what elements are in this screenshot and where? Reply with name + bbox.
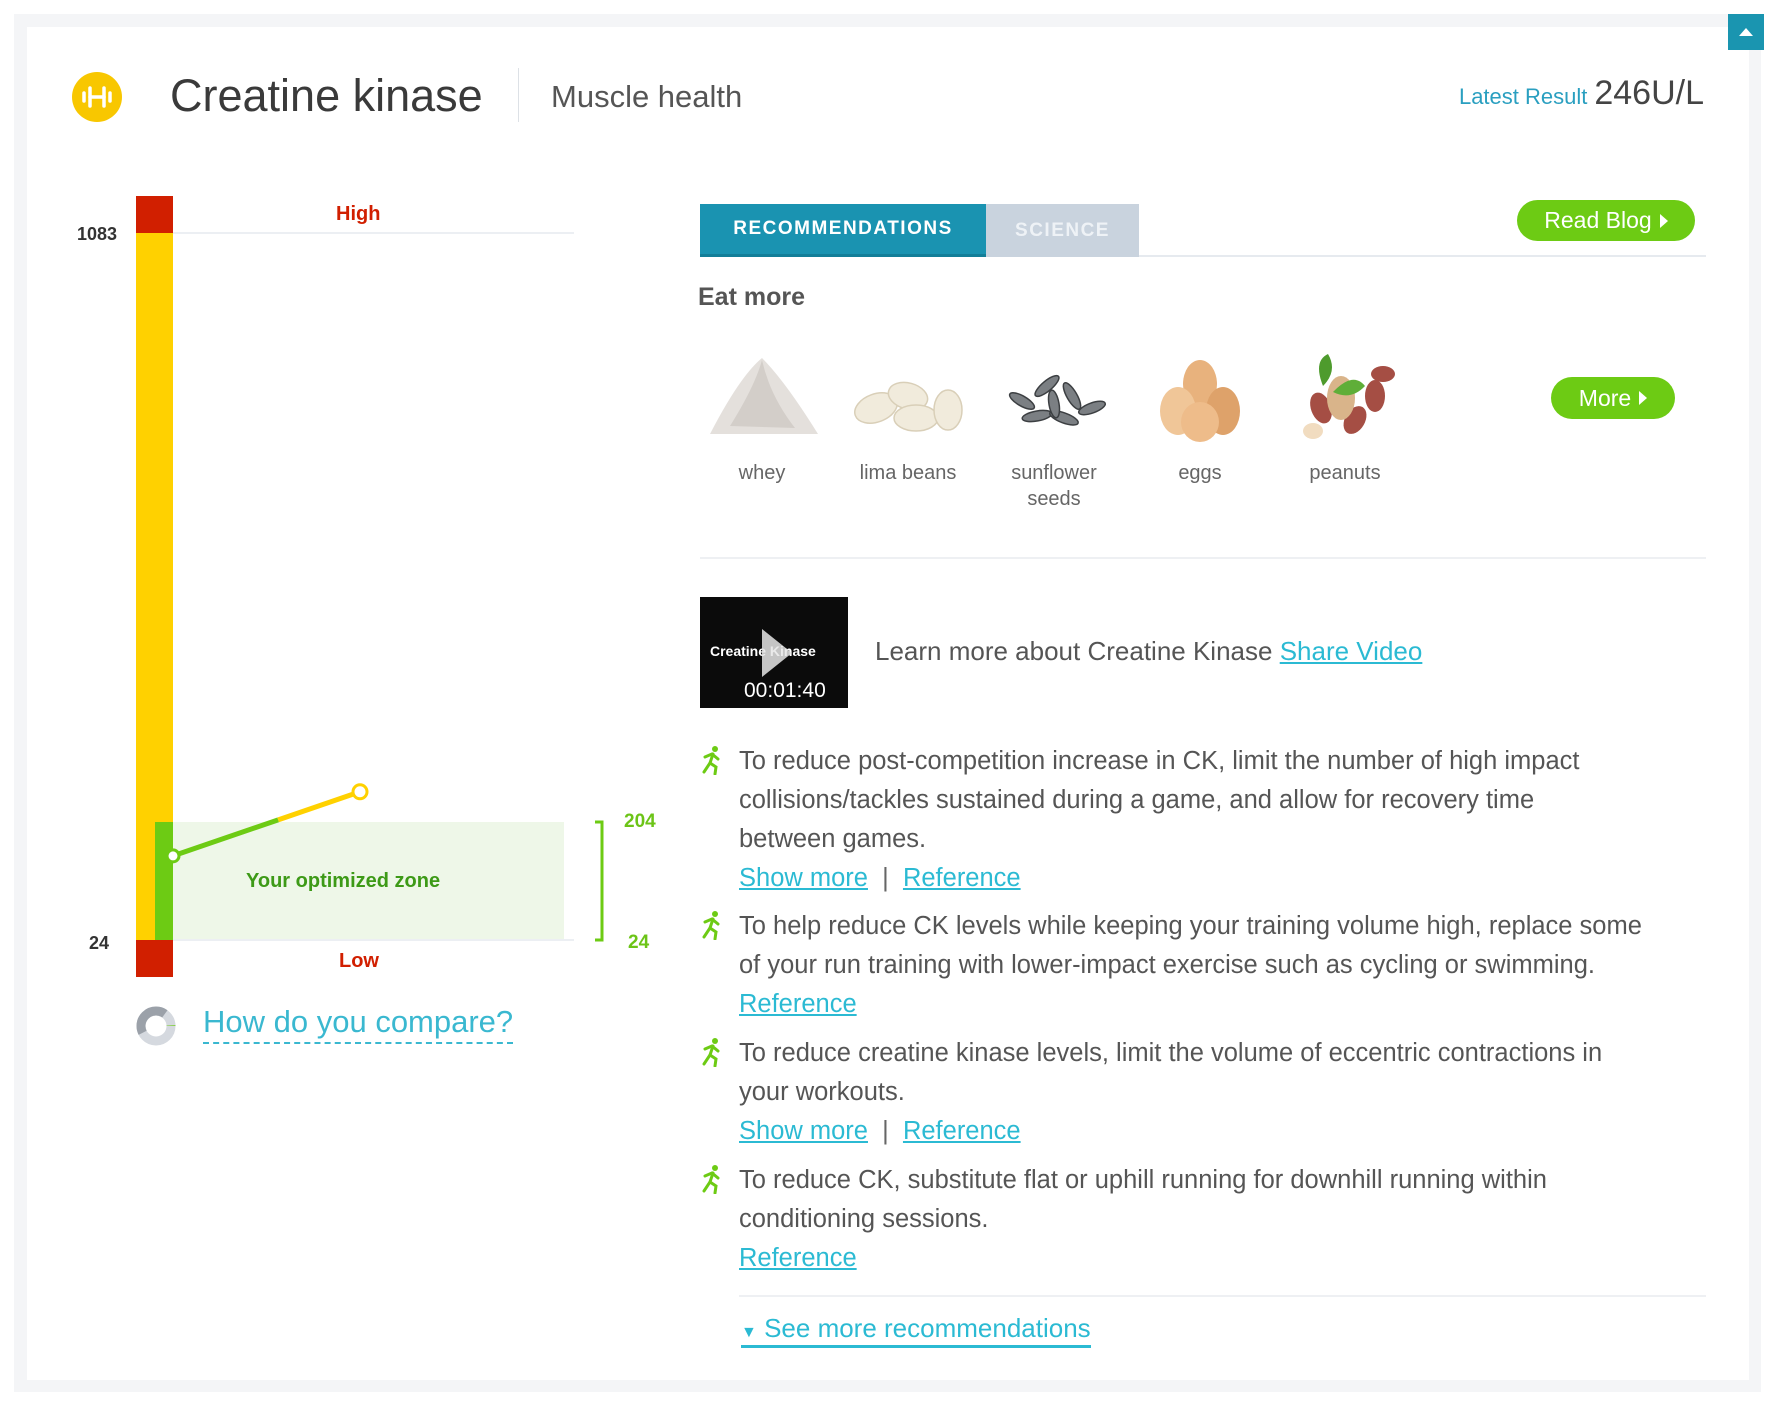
recommendation-text: To help reduce CK levels while keeping y…	[739, 912, 1642, 940]
recommendation-text: your workouts.	[739, 1078, 905, 1106]
show-more-link[interactable]: Show more	[739, 864, 868, 892]
food-label: lima beans	[859, 462, 957, 484]
caret-down-icon: ▼	[741, 1324, 757, 1341]
link-separator: |	[882, 864, 889, 892]
result-line-out-zone	[277, 789, 361, 823]
food-item-eggs[interactable]: eggs	[1127, 346, 1273, 486]
caret-right-icon	[1659, 213, 1668, 228]
peanuts-image	[1302, 354, 1395, 439]
recommendation-text: of your run training with lower-impact e…	[739, 951, 1595, 979]
latest-result: Latest Result 246U/L	[1459, 74, 1704, 113]
more-label: More	[1578, 384, 1632, 411]
zone-top-label: 204	[624, 811, 656, 832]
how-do-you-compare-link[interactable]: How do you compare?	[203, 1004, 514, 1044]
recommendation-text: To reduce creatine kinase levels, limit …	[739, 1039, 1603, 1067]
video-text: Learn more about Creatine Kinase	[875, 636, 1273, 666]
zone-bottom-label: 24	[628, 932, 650, 953]
show-more-link[interactable]: Show more	[739, 1117, 868, 1145]
recommendation-text: To reduce post-competition increase in C…	[739, 747, 1580, 775]
recommendation-text: between games.	[739, 825, 927, 853]
sunflower-seeds-image	[1008, 374, 1106, 426]
lima-beans-image	[853, 381, 963, 432]
recommendation-text: conditioning sessions.	[739, 1205, 989, 1233]
recommendation-links: Show more | Reference	[698, 1112, 1708, 1151]
tab-science[interactable]: SCIENCE	[986, 204, 1139, 257]
tab-recommendations[interactable]: RECOMMENDATIONS	[700, 204, 986, 257]
scroll-to-top-button[interactable]	[1728, 14, 1764, 50]
result-line-in-zone	[172, 817, 279, 859]
food-item-peanuts[interactable]: peanuts	[1272, 346, 1418, 486]
recommendation-item: To help reduce CK levels while keeping y…	[698, 907, 1708, 1024]
play-icon	[762, 629, 792, 677]
compare-donut-icon[interactable]	[134, 1004, 178, 1048]
optimized-zone-bracket	[595, 820, 604, 942]
food-label: sunflower seeds	[1011, 462, 1097, 510]
running-icon	[698, 910, 726, 945]
read-blog-label: Read Blog	[1544, 207, 1652, 233]
running-icon	[698, 1164, 726, 1199]
recommendation-item: To reduce CK, substitute flat or uphill …	[698, 1161, 1708, 1278]
more-foods-button[interactable]: More	[1551, 377, 1675, 419]
food-label: peanuts	[1309, 462, 1381, 484]
eggs-image	[1159, 360, 1240, 442]
video-thumbnail[interactable]: Creatine Kinase 00:01:40	[700, 597, 848, 708]
read-blog-button[interactable]: Read Blog	[1517, 200, 1695, 241]
reference-link[interactable]: Reference	[903, 1117, 1021, 1145]
share-video-link[interactable]: Share Video	[1280, 636, 1423, 666]
tab-underline	[1139, 255, 1706, 257]
recommendation-item: To reduce post-competition increase in C…	[698, 742, 1708, 898]
recommendation-text: To reduce CK, substitute flat or uphill …	[739, 1166, 1547, 1194]
section-divider	[700, 557, 1706, 559]
food-item-sunflower-seeds[interactable]: sunflower seeds	[981, 346, 1127, 512]
food-label: whey	[738, 462, 786, 484]
result-point-latest[interactable]	[351, 783, 369, 801]
latest-result-label: Latest Result	[1458, 84, 1588, 109]
running-icon	[698, 745, 726, 780]
caret-up-icon	[1739, 28, 1753, 36]
link-separator: |	[882, 1117, 889, 1145]
recommendation-links: Reference	[698, 985, 1708, 1024]
recommendation-links: Reference	[698, 1239, 1708, 1278]
eat-more-heading: Eat more	[698, 283, 805, 311]
caret-right-icon	[1639, 391, 1648, 405]
food-label: eggs	[1178, 462, 1222, 484]
reference-link[interactable]: Reference	[903, 864, 1021, 892]
see-more-label: See more recommendations	[764, 1313, 1091, 1343]
see-more-recommendations-link[interactable]: ▼ See more recommendations	[741, 1313, 1091, 1348]
recommendation-item: To reduce creatine kinase levels, limit …	[698, 1034, 1708, 1151]
video-duration: 00:01:40	[744, 679, 826, 702]
running-icon	[698, 1037, 726, 1072]
recommendations-divider	[739, 1295, 1706, 1297]
recommendation-text: collisions/tackles sustained during a ga…	[739, 786, 1535, 814]
food-item-whey[interactable]: whey	[689, 346, 835, 486]
food-item-lima-beans[interactable]: lima beans	[835, 346, 981, 486]
result-point-previous[interactable]	[165, 848, 181, 864]
whey-powder-image	[709, 358, 818, 434]
results-line-chart	[165, 783, 604, 942]
video-description: Learn more about Creatine Kinase Share V…	[875, 636, 1422, 667]
latest-result-value: 246U/L	[1594, 74, 1704, 112]
reference-link[interactable]: Reference	[739, 990, 857, 1018]
reference-link[interactable]: Reference	[739, 1244, 857, 1272]
recommendation-links: Show more | Reference	[698, 859, 1708, 898]
